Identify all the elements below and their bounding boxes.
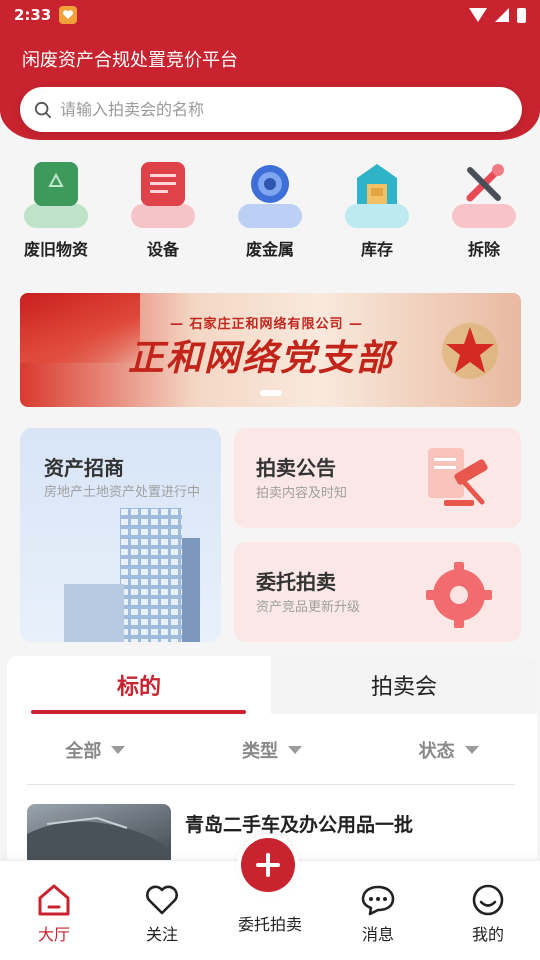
heart-icon: [146, 885, 178, 915]
item-title[interactable]: 青岛二手车及办公用品一批: [185, 810, 413, 837]
filter-bar: 全部 类型 状态: [7, 728, 537, 772]
category-label: 库存: [360, 240, 393, 259]
tab-lots[interactable]: 标的: [7, 656, 271, 714]
filter-label: 全部: [65, 741, 102, 762]
tools-icon: [449, 158, 519, 228]
active-tab-indicator: [31, 710, 246, 714]
status-time: 2:33: [14, 6, 52, 24]
home-icon: [38, 884, 70, 916]
category-equipment[interactable]: 设备: [125, 158, 201, 268]
gear-icon: [426, 562, 492, 628]
nav-label: 我的: [471, 925, 504, 944]
card-title: 资产招商: [44, 456, 124, 480]
card-title: 拍卖公告: [256, 456, 336, 480]
divider: [27, 784, 515, 785]
card-subtitle: 资产竞品更新升级: [256, 600, 361, 615]
dropdown-arrow-icon: [288, 746, 302, 754]
category-demolition[interactable]: 拆除: [446, 158, 522, 268]
nav-mine[interactable]: 我的: [448, 883, 528, 945]
tab-auctions[interactable]: 拍卖会: [271, 656, 537, 714]
equipment-icon: [128, 158, 198, 228]
plus-icon: [241, 838, 295, 892]
app-notification-icon: [59, 6, 78, 24]
warehouse-icon: [342, 158, 412, 228]
wifi-icon: [469, 8, 487, 22]
category-scrap-metal[interactable]: 废金属: [232, 158, 308, 268]
battery-icon: [517, 7, 526, 23]
recycle-box-icon: [21, 158, 91, 228]
filter-all[interactable]: 全部: [7, 728, 184, 772]
dropdown-arrow-icon: [464, 746, 479, 754]
dropdown-arrow-icon: [111, 746, 126, 754]
filter-label: 类型: [242, 741, 278, 762]
nav-label: 关注: [145, 925, 178, 944]
category-label: 设备: [146, 240, 179, 259]
nav-label: 消息: [361, 925, 394, 944]
search-bar[interactable]: [20, 87, 522, 132]
carousel-indicator: [260, 390, 282, 396]
category-row: 废旧物资 设备 废金属 库存 拆除: [0, 158, 540, 268]
search-icon: [34, 101, 52, 118]
building-icon: [64, 508, 200, 642]
card-title: 委托拍卖: [256, 570, 336, 594]
nav-entrust[interactable]: 委托拍卖: [228, 907, 312, 935]
category-label: 废旧物资: [23, 240, 88, 259]
category-label: 废金属: [245, 240, 294, 259]
category-inventory[interactable]: 库存: [339, 158, 415, 268]
status-bar: 2:33: [0, 0, 540, 30]
nav-follow[interactable]: 关注: [122, 883, 202, 945]
filter-label: 状态: [418, 741, 455, 762]
item-thumbnail[interactable]: [27, 804, 171, 866]
search-input[interactable]: [60, 100, 508, 119]
signal-icon: [495, 8, 509, 22]
card-subtitle: 拍卖内容及时知: [256, 486, 348, 501]
platform-title: 闲废资产合规处置竞价平台: [22, 50, 238, 71]
entrust-fab-button[interactable]: [237, 834, 299, 896]
entrusted-auction-card[interactable]: 委托拍卖 资产竞品更新升级: [234, 542, 521, 642]
smile-icon: [472, 884, 504, 916]
gavel-icon: [428, 448, 488, 506]
promo-banner[interactable]: — 石家庄正和网络有限公司 — 正和网络党支部: [20, 293, 521, 407]
nav-messages[interactable]: 消息: [338, 883, 418, 945]
star-icon: [442, 323, 498, 379]
category-label: 拆除: [467, 240, 500, 259]
filter-type[interactable]: 类型: [184, 728, 361, 772]
auction-notice-card[interactable]: 拍卖公告 拍卖内容及时知: [234, 428, 521, 528]
chat-icon: [361, 885, 395, 916]
nav-label: 委托拍卖: [237, 915, 302, 934]
category-waste-materials[interactable]: 废旧物资: [18, 158, 94, 268]
filter-status[interactable]: 状态: [360, 728, 537, 772]
banner-title: 正和网络党支部: [128, 337, 395, 379]
nav-home[interactable]: 大厅: [14, 883, 94, 945]
metal-gear-icon: [235, 158, 305, 228]
flag-decoration: [20, 293, 140, 363]
nav-label: 大厅: [37, 925, 70, 944]
asset-investment-card[interactable]: 资产招商 房地产土地资产处置进行中: [20, 428, 221, 642]
